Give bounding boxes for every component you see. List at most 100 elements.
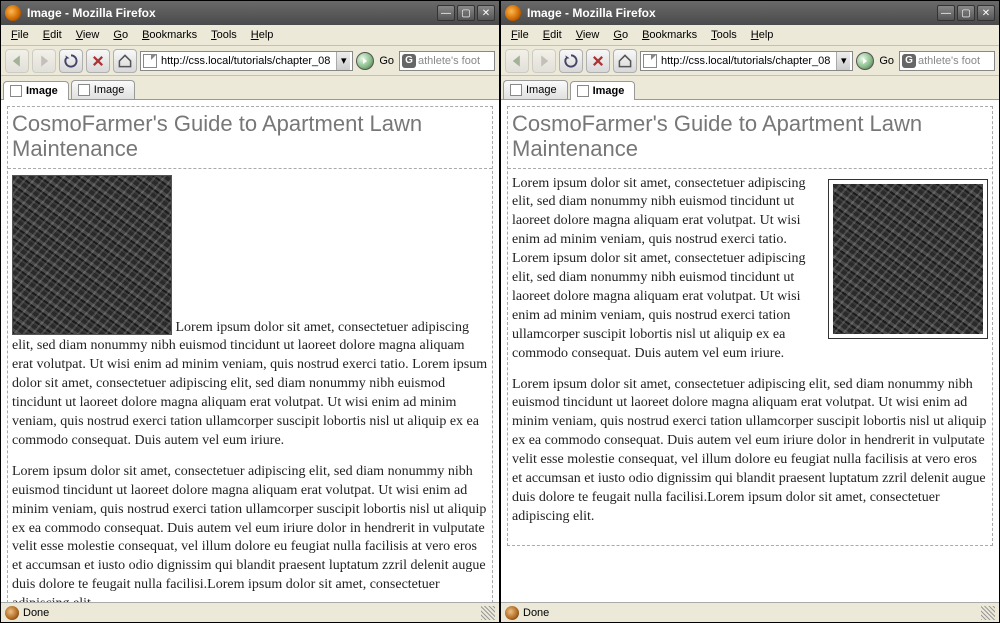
menubar: File Edit View Go Bookmarks Tools Help xyxy=(1,25,499,46)
menu-file[interactable]: File xyxy=(505,27,535,43)
search-text[interactable]: athlete's foot xyxy=(418,55,480,67)
page-heading: CosmoFarmer's Guide to Apartment Lawn Ma… xyxy=(508,107,992,169)
address-bar[interactable]: http://css.local/tutorials/chapter_08 ▾ xyxy=(140,51,353,71)
tab-image-1[interactable]: Image xyxy=(503,80,568,99)
menu-bookmarks[interactable]: Bookmarks xyxy=(636,27,703,43)
menubar: File Edit View Go Bookmarks Tools Help xyxy=(501,25,999,46)
reload-button[interactable] xyxy=(559,49,583,73)
nav-toolbar: http://css.local/tutorials/chapter_08 ▾ … xyxy=(1,46,499,76)
statusbar: Done xyxy=(1,602,499,622)
go-button[interactable] xyxy=(856,52,874,70)
menu-go[interactable]: Go xyxy=(107,27,134,43)
resize-grip-icon[interactable] xyxy=(481,606,495,620)
window-title: Image - Mozilla Firefox xyxy=(527,6,937,20)
paragraph-2: Lorem ipsum dolor sit amet, consectetuer… xyxy=(512,376,988,527)
forward-button[interactable] xyxy=(532,49,556,73)
reload-button[interactable] xyxy=(59,49,83,73)
page-icon xyxy=(78,84,90,96)
menu-edit[interactable]: Edit xyxy=(37,27,68,43)
content-area: CosmoFarmer's Guide to Apartment Lawn Ma… xyxy=(1,100,499,602)
maximize-button[interactable]: ▢ xyxy=(957,5,975,21)
grass-image xyxy=(828,179,988,339)
window-title: Image - Mozilla Firefox xyxy=(27,6,437,20)
forward-button[interactable] xyxy=(32,49,56,73)
close-button[interactable]: ✕ xyxy=(477,5,495,21)
go-button[interactable] xyxy=(356,52,374,70)
titlebar[interactable]: Image - Mozilla Firefox — ▢ ✕ xyxy=(501,1,999,25)
statusbar: Done xyxy=(501,602,999,622)
minimize-button[interactable]: — xyxy=(937,5,955,21)
nav-toolbar: http://css.local/tutorials/chapter_08 ▾ … xyxy=(501,46,999,76)
page-icon xyxy=(510,84,522,96)
home-button[interactable] xyxy=(113,49,137,73)
url-text[interactable]: http://css.local/tutorials/chapter_08 xyxy=(661,55,832,67)
content-scroll[interactable]: CosmoFarmer's Guide to Apartment Lawn Ma… xyxy=(1,100,499,602)
paragraph-2: Lorem ipsum dolor sit amet, consectetuer… xyxy=(12,463,488,602)
url-dropdown-icon[interactable]: ▾ xyxy=(836,52,850,70)
page-icon xyxy=(143,54,157,68)
maximize-button[interactable]: ▢ xyxy=(457,5,475,21)
resize-grip-icon[interactable] xyxy=(981,606,995,620)
page-container: CosmoFarmer's Guide to Apartment Lawn Ma… xyxy=(7,106,493,602)
window-controls: — ▢ ✕ xyxy=(437,5,495,21)
firefox-icon xyxy=(5,5,21,21)
paragraph-1: Lorem ipsum dolor sit amet, consectetuer… xyxy=(12,175,488,451)
page-body: Lorem ipsum dolor sit amet, consectetuer… xyxy=(8,169,492,602)
search-box[interactable]: G athlete's foot xyxy=(399,51,495,71)
page-icon xyxy=(577,85,589,97)
menu-tools[interactable]: Tools xyxy=(205,27,243,43)
menu-file[interactable]: File xyxy=(5,27,35,43)
browser-window-right: Image - Mozilla Firefox — ▢ ✕ File Edit … xyxy=(500,0,1000,623)
tabstrip: Image Image xyxy=(501,76,999,100)
browser-window-left: Image - Mozilla Firefox — ▢ ✕ File Edit … xyxy=(0,0,500,623)
tabstrip: Image Image xyxy=(1,76,499,100)
home-button[interactable] xyxy=(613,49,637,73)
titlebar[interactable]: Image - Mozilla Firefox — ▢ ✕ xyxy=(1,1,499,25)
stop-button[interactable] xyxy=(86,49,110,73)
menu-help[interactable]: Help xyxy=(245,27,280,43)
page-container: CosmoFarmer's Guide to Apartment Lawn Ma… xyxy=(507,106,993,546)
menu-view[interactable]: View xyxy=(570,27,606,43)
page-icon xyxy=(643,54,657,68)
menu-go[interactable]: Go xyxy=(607,27,634,43)
address-bar[interactable]: http://css.local/tutorials/chapter_08 ▾ xyxy=(640,51,853,71)
url-text[interactable]: http://css.local/tutorials/chapter_08 xyxy=(161,55,332,67)
go-label: Go xyxy=(877,55,896,67)
page-body: Lorem ipsum dolor sit amet, consectetuer… xyxy=(508,169,992,545)
search-engine-icon[interactable]: G xyxy=(902,54,916,68)
page-heading: CosmoFarmer's Guide to Apartment Lawn Ma… xyxy=(8,107,492,169)
status-text: Done xyxy=(23,607,49,619)
tab-image-2[interactable]: Image xyxy=(71,80,136,99)
tab-label: Image xyxy=(526,84,557,96)
content-scroll[interactable]: CosmoFarmer's Guide to Apartment Lawn Ma… xyxy=(501,100,999,602)
tab-image-1[interactable]: Image xyxy=(3,81,69,100)
menu-bookmarks[interactable]: Bookmarks xyxy=(136,27,203,43)
stop-button[interactable] xyxy=(586,49,610,73)
url-dropdown-icon[interactable]: ▾ xyxy=(336,52,350,70)
menu-view[interactable]: View xyxy=(70,27,106,43)
search-box[interactable]: G athlete's foot xyxy=(899,51,995,71)
menu-edit[interactable]: Edit xyxy=(537,27,568,43)
go-label: Go xyxy=(377,55,396,67)
tab-image-2[interactable]: Image xyxy=(570,81,636,100)
minimize-button[interactable]: — xyxy=(437,5,455,21)
back-button[interactable] xyxy=(5,49,29,73)
window-controls: — ▢ ✕ xyxy=(937,5,995,21)
search-text[interactable]: athlete's foot xyxy=(918,55,980,67)
back-button[interactable] xyxy=(505,49,529,73)
tab-label: Image xyxy=(26,85,58,97)
grass-image xyxy=(12,175,172,335)
status-text: Done xyxy=(523,607,549,619)
content-area: CosmoFarmer's Guide to Apartment Lawn Ma… xyxy=(501,100,999,602)
close-button[interactable]: ✕ xyxy=(977,5,995,21)
firefox-status-icon xyxy=(5,606,19,620)
firefox-status-icon xyxy=(505,606,519,620)
tab-label: Image xyxy=(94,84,125,96)
page-icon xyxy=(10,85,22,97)
tab-label: Image xyxy=(593,85,625,97)
paragraph-1-text: Lorem ipsum dolor sit amet, consectetuer… xyxy=(12,320,487,448)
menu-help[interactable]: Help xyxy=(745,27,780,43)
firefox-icon xyxy=(505,5,521,21)
menu-tools[interactable]: Tools xyxy=(705,27,743,43)
search-engine-icon[interactable]: G xyxy=(402,54,416,68)
